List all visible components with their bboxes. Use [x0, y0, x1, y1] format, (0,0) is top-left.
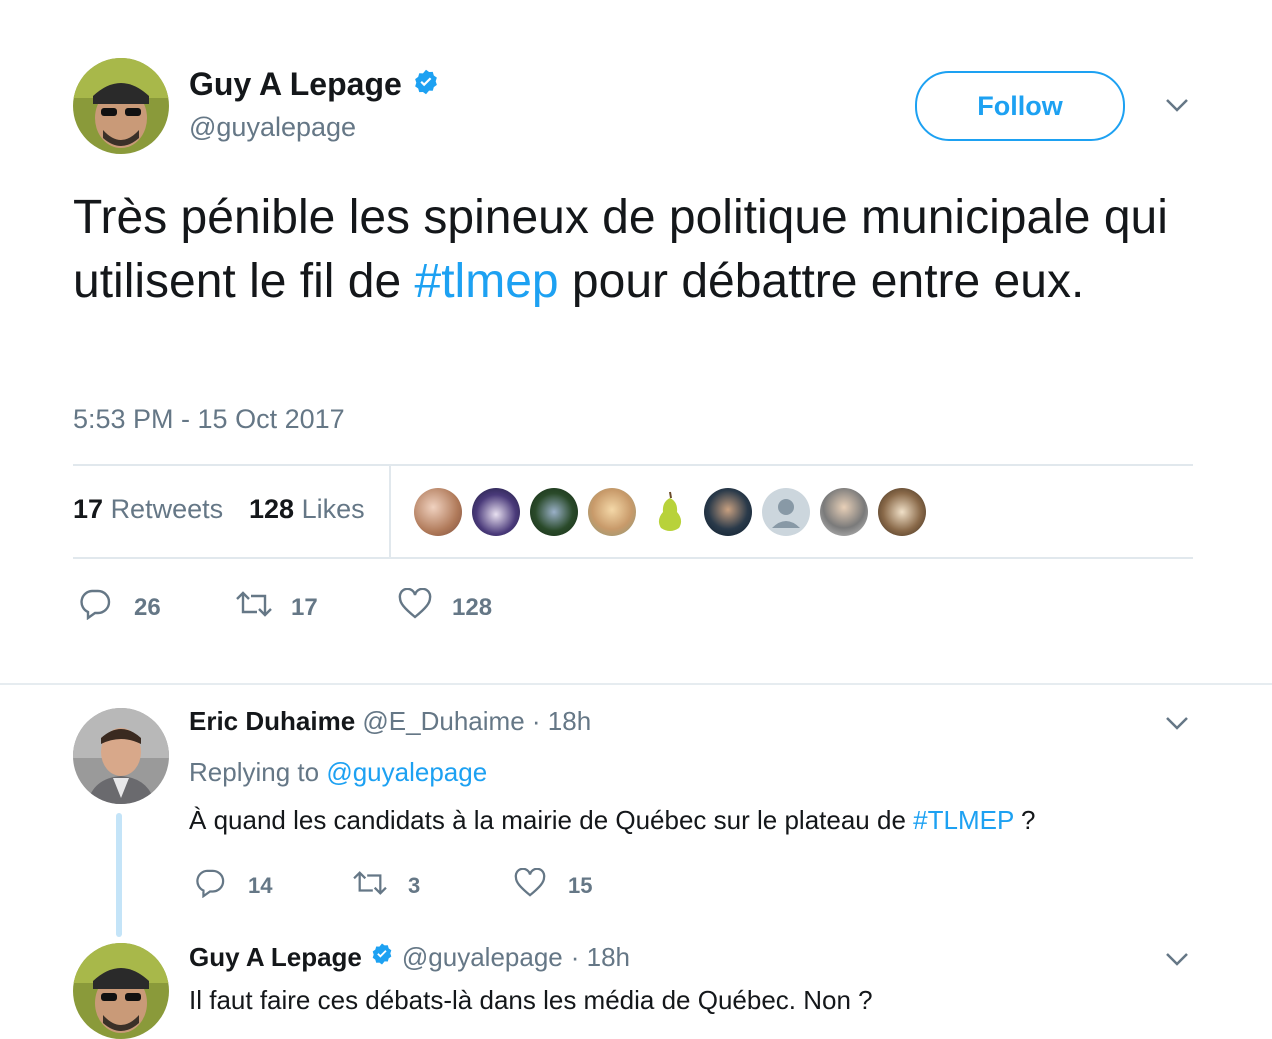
retweets-stat[interactable]: 17 Retweets	[73, 494, 223, 525]
reply-author-name[interactable]: Eric Duhaime	[189, 706, 355, 736]
heart-icon	[398, 587, 432, 627]
like-action[interactable]: 15	[514, 867, 593, 904]
reply-text-part: À quand les candidats à la mairie de Qué…	[189, 805, 914, 835]
likes-label: Likes	[301, 494, 365, 524]
reply-author-handle[interactable]: @E_Duhaime	[362, 706, 524, 736]
chevron-down-icon[interactable]	[1164, 950, 1190, 968]
reply-action[interactable]: 14	[194, 868, 272, 904]
reply-icon	[78, 588, 112, 627]
chevron-down-icon[interactable]	[1164, 714, 1190, 732]
liker-avatar[interactable]	[820, 488, 868, 536]
tweet-text: Très pénible les spineux de politique mu…	[73, 186, 1183, 314]
thread-line	[116, 813, 122, 937]
replying-to-label: Replying to	[189, 757, 320, 787]
hashtag-link[interactable]: #tlmep	[415, 255, 559, 308]
chevron-down-icon[interactable]	[1164, 96, 1190, 114]
tweet-timestamp[interactable]: 5:53 PM - 15 Oct 2017	[73, 404, 345, 435]
reply-author-name[interactable]: Guy A Lepage	[189, 942, 362, 973]
retweet-count: 17	[291, 593, 318, 621]
hashtag-link[interactable]: #TLMEP	[913, 805, 1014, 835]
liker-avatar[interactable]	[472, 488, 520, 536]
reply-time[interactable]: · 18h	[532, 706, 591, 736]
author-handle[interactable]: @guyalepage	[189, 112, 356, 143]
reply-author-avatar[interactable]	[73, 943, 169, 1039]
liker-avatar[interactable]	[878, 488, 926, 536]
pear-avatar-icon[interactable]	[646, 488, 694, 536]
author-name[interactable]: Guy A Lepage	[189, 66, 402, 103]
reply-icon	[194, 868, 226, 904]
reply-count: 26	[134, 593, 161, 621]
reply-text-part: ?	[1013, 805, 1036, 835]
retweet-icon	[235, 588, 273, 627]
author-avatar[interactable]	[73, 58, 169, 154]
reply-author-avatar[interactable]	[73, 708, 169, 804]
default-avatar-icon[interactable]	[762, 488, 810, 536]
reply-text: À quand les candidats à la mairie de Qué…	[189, 805, 1036, 836]
retweet-icon	[352, 868, 388, 904]
reply-text: Il faut faire ces débats-là dans les méd…	[189, 985, 873, 1015]
verified-badge-icon	[370, 942, 394, 973]
like-action[interactable]: 128	[398, 587, 493, 627]
like-count: 128	[452, 593, 493, 621]
like-count: 15	[568, 873, 593, 898]
likes-count: 128	[249, 494, 295, 524]
reply-action[interactable]: 26	[78, 588, 161, 627]
divider	[73, 557, 1193, 559]
liker-avatar[interactable]	[530, 488, 578, 536]
verified-badge-icon	[412, 68, 440, 101]
section-divider	[0, 683, 1272, 685]
liker-avatar[interactable]	[588, 488, 636, 536]
tweet-text-part: pour débattre entre eux.	[558, 255, 1085, 308]
replying-to-link[interactable]: @guyalepage	[326, 757, 487, 787]
reply-time[interactable]: · 18h	[571, 942, 630, 973]
follow-button[interactable]: Follow	[915, 71, 1125, 141]
divider	[73, 464, 1193, 466]
reply-author-handle[interactable]: @guyalepage	[402, 942, 563, 973]
liker-avatar[interactable]	[414, 488, 462, 536]
liker-avatar[interactable]	[704, 488, 752, 536]
retweet-count: 3	[408, 873, 421, 898]
heart-icon	[514, 867, 546, 904]
reply-count: 14	[248, 873, 273, 898]
retweets-label: Retweets	[110, 494, 224, 524]
retweets-count: 17	[73, 494, 104, 524]
stats-separator	[389, 464, 391, 558]
retweet-action[interactable]: 3	[352, 868, 420, 904]
retweet-action[interactable]: 17	[235, 588, 318, 627]
likes-stat[interactable]: 128 Likes	[249, 494, 365, 525]
